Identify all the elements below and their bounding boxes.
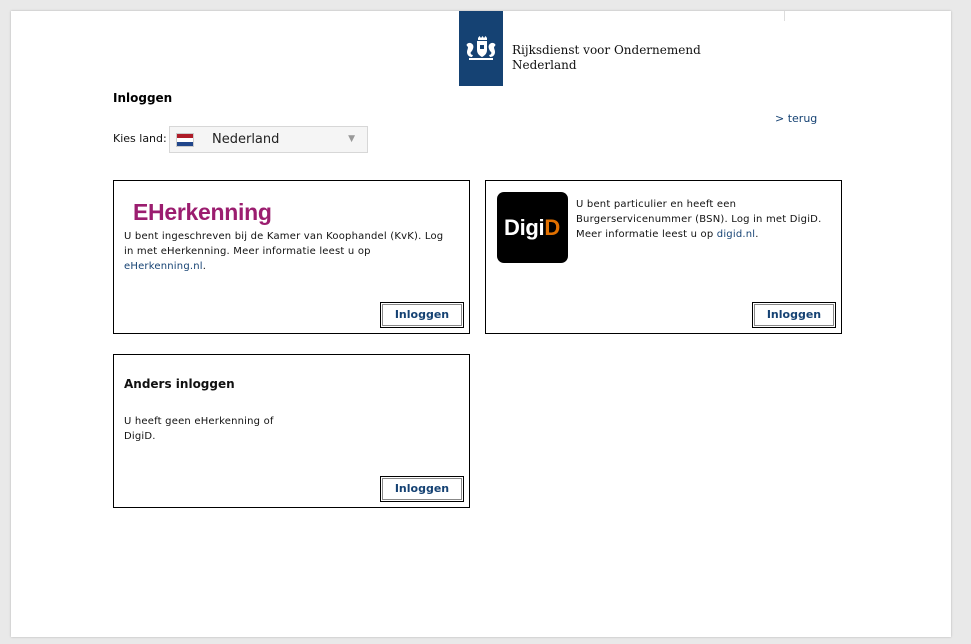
anders-login-button[interactable]: Inloggen <box>380 476 464 502</box>
eherkenning-logo: EHerkenning <box>133 199 272 225</box>
country-select[interactable]: Nederland ▼ <box>169 126 368 153</box>
eherkenning-card: EHerkenning U bent ingeschreven bij de K… <box>113 180 470 334</box>
coat-of-arms-icon <box>466 36 496 60</box>
page-container: Rijksdienst voor Ondernemend Nederland I… <box>11 11 951 637</box>
back-link[interactable]: > terug <box>775 112 817 125</box>
digid-description: U bent particulier en heeft een Burgerse… <box>576 199 822 240</box>
logo-line-2: Nederland <box>512 58 577 72</box>
divider <box>784 11 785 21</box>
digid-logo: DigiD <box>497 192 568 263</box>
country-label: Kies land: <box>113 132 167 145</box>
digid-link[interactable]: digid.nl <box>717 229 756 240</box>
eherkenning-link[interactable]: eHerkenning.nl <box>124 261 203 272</box>
digid-card: DigiD U bent particulier en heeft een Bu… <box>485 180 842 334</box>
eherkenning-description: U bent ingeschreven bij de Kamer van Koo… <box>124 231 444 272</box>
digid-login-button[interactable]: Inloggen <box>752 302 836 328</box>
anders-inloggen-title: Anders inloggen <box>124 377 235 391</box>
anders-inloggen-card: Anders inloggen U heeft geen eHerkenning… <box>113 354 470 508</box>
logo-wordmark: Rijksdienst voor Ondernemend Nederland <box>512 43 701 73</box>
eherkenning-login-button[interactable]: Inloggen <box>380 302 464 328</box>
country-selected-value: Nederland <box>212 132 280 147</box>
netherlands-flag-icon <box>176 133 194 147</box>
logo-line-1: Rijksdienst voor Ondernemend <box>512 43 701 57</box>
chevron-down-icon: ▼ <box>348 134 355 144</box>
anders-inloggen-description: U heeft geen eHerkenning of DigiD. <box>124 416 274 442</box>
page-title: Inloggen <box>113 91 173 105</box>
rijksoverheid-logo <box>459 11 503 86</box>
